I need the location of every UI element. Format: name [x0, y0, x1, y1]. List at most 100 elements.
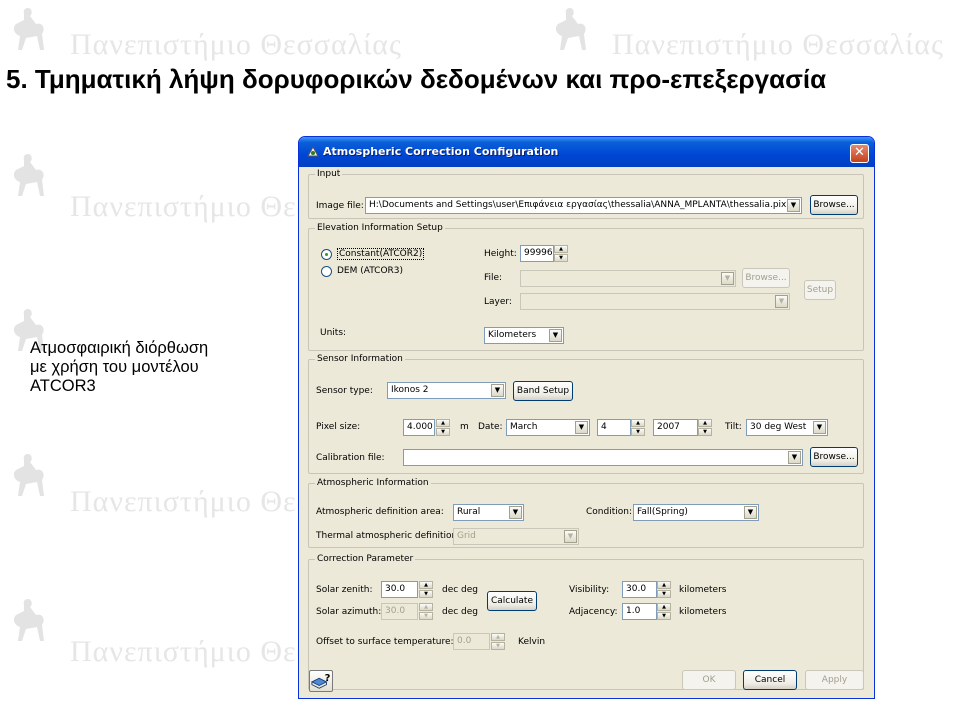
setup-button[interactable]: Setup [804, 280, 836, 300]
visibility-unit: kilometers [679, 585, 727, 595]
solar-zenith-unit: dec deg [442, 585, 479, 595]
visibility-input[interactable]: 30.0 [622, 581, 657, 598]
chevron-down-icon[interactable]: ▼ [491, 384, 504, 397]
chevron-down-icon[interactable]: ▼ [775, 295, 788, 308]
offset-spinner[interactable]: ▲ ▼ [491, 633, 505, 650]
chevron-down-icon[interactable]: ▼ [787, 199, 800, 212]
date-label: Date: [478, 422, 503, 432]
condition-dropdown[interactable]: Fall(Spring) ▼ [633, 504, 759, 521]
spin-down-icon[interactable]: ▼ [554, 254, 568, 262]
dem-file-dropdown[interactable]: ▼ [520, 270, 736, 287]
dialog-button-bar: ? OK Cancel Apply [299, 665, 874, 698]
dem-file-browse-button[interactable]: Browse... [742, 268, 790, 288]
chevron-down-icon[interactable]: ▼ [744, 506, 757, 519]
spin-down-icon[interactable]: ▼ [698, 428, 712, 436]
university-logo-icon [548, 4, 592, 56]
spin-up-icon[interactable]: ▲ [698, 419, 712, 427]
spin-down-icon[interactable]: ▼ [631, 428, 645, 436]
units-dropdown[interactable]: Kilometers ▼ [484, 327, 564, 344]
solar-zenith-label: Solar zenith: [316, 585, 373, 595]
chevron-down-icon[interactable]: ▼ [575, 421, 588, 434]
day-input[interactable]: 4 [597, 419, 631, 436]
sensor-legend: Sensor Information [317, 354, 403, 364]
thermal-value: Grid [457, 531, 476, 541]
layer-label: Layer: [484, 297, 512, 307]
adjacency-input[interactable]: 1.0 [622, 603, 657, 620]
dem-atcor3-label[interactable]: DEM (ATCOR3) [337, 266, 403, 276]
spin-down-icon[interactable]: ▼ [657, 612, 671, 620]
thermal-label: Thermal atmospheric definition: [316, 531, 461, 541]
height-spinner[interactable]: ▲ ▼ [554, 245, 568, 262]
calculate-button[interactable]: Calculate [487, 591, 537, 611]
day-spinner[interactable]: ▲ ▼ [631, 419, 645, 436]
offset-unit: Kelvin [518, 637, 546, 647]
slide-title: 5. Τμηματική λήψη δορυφορικών δεδομένων … [6, 64, 827, 94]
ok-button[interactable]: OK [682, 670, 736, 690]
spin-down-icon[interactable]: ▼ [657, 590, 671, 598]
spin-up-icon[interactable]: ▲ [631, 419, 645, 427]
calibration-file-label: Calibration file: [316, 453, 385, 463]
atmos-area-dropdown[interactable]: Rural ▼ [453, 504, 524, 521]
solar-zenith-input[interactable]: 30.0 [381, 581, 418, 598]
dem-atcor3-radio[interactable] [321, 266, 332, 277]
adjacency-spinner[interactable]: ▲ ▼ [657, 603, 671, 620]
university-logo-icon [6, 450, 50, 502]
chevron-down-icon[interactable]: ▼ [509, 506, 522, 519]
spin-down-icon[interactable]: ▼ [436, 428, 450, 436]
height-input[interactable]: 99996 [520, 245, 554, 262]
tilt-dropdown[interactable]: 30 deg West ▼ [746, 419, 828, 436]
sensor-type-label: Sensor type: [316, 386, 373, 396]
sensor-type-dropdown[interactable]: Ikonos 2 ▼ [387, 382, 506, 399]
month-dropdown[interactable]: March ▼ [506, 419, 590, 436]
close-button[interactable]: ✕ [850, 144, 869, 163]
spin-down-icon[interactable]: ▼ [419, 590, 433, 598]
calibration-browse-button[interactable]: Browse... [810, 447, 858, 467]
spin-up-icon[interactable]: ▲ [419, 603, 433, 611]
spin-up-icon[interactable]: ▲ [657, 581, 671, 589]
solar-azimuth-spinner[interactable]: ▲ ▼ [419, 603, 433, 620]
apply-button[interactable]: Apply [805, 670, 864, 690]
chevron-down-icon[interactable]: ▼ [788, 451, 801, 464]
spin-up-icon[interactable]: ▲ [657, 603, 671, 611]
cancel-button[interactable]: Cancel [743, 670, 797, 690]
spin-down-icon[interactable]: ▼ [419, 612, 433, 620]
tilt-label: Tilt: [725, 422, 742, 432]
spin-up-icon[interactable]: ▲ [419, 581, 433, 589]
pixel-size-input[interactable]: 4.000 [403, 419, 435, 436]
layer-dropdown[interactable]: ▼ [520, 293, 790, 310]
calibration-file-dropdown[interactable]: ▼ [403, 449, 803, 466]
pixel-size-spinner[interactable]: ▲ ▼ [436, 419, 450, 436]
chevron-down-icon[interactable]: ▼ [549, 329, 562, 342]
image-file-dropdown[interactable]: H:\Documents and Settings\user\Επιφάνεια… [365, 197, 802, 214]
spin-down-icon[interactable]: ▼ [491, 642, 505, 650]
elevation-legend: Elevation Information Setup [317, 223, 443, 233]
condition-label: Condition: [586, 507, 632, 517]
spin-up-icon[interactable]: ▲ [491, 633, 505, 641]
constant-atcor2-label[interactable]: Constant(ATCOR2) [337, 248, 425, 260]
offset-input[interactable]: 0.0 [453, 633, 490, 650]
dialog-title: Atmospheric Correction Configuration [323, 145, 559, 158]
spin-up-icon[interactable]: ▲ [554, 245, 568, 253]
atmospheric-correction-dialog: Atmospheric Correction Configuration ✕ I… [298, 136, 875, 699]
help-book-icon[interactable]: ? [309, 670, 333, 692]
solar-zenith-spinner[interactable]: ▲ ▼ [419, 581, 433, 598]
caption-line: με χρήση του μοντέλου [30, 358, 199, 376]
units-label: Units: [320, 328, 347, 338]
spin-up-icon[interactable]: ▲ [436, 419, 450, 427]
chevron-down-icon[interactable]: ▼ [721, 272, 734, 285]
app-icon [306, 145, 320, 159]
image-file-browse-button[interactable]: Browse... [810, 195, 858, 215]
visibility-label: Visibility: [569, 585, 610, 595]
constant-atcor2-radio[interactable] [321, 249, 332, 260]
visibility-spinner[interactable]: ▲ ▼ [657, 581, 671, 598]
year-input[interactable]: 2007 [653, 419, 698, 436]
band-setup-button[interactable]: Band Setup [513, 381, 573, 401]
chevron-down-icon[interactable]: ▼ [813, 421, 826, 434]
solar-azimuth-input[interactable]: 30.0 [381, 603, 418, 620]
atmos-area-label: Atmospheric definition area: [316, 507, 444, 517]
dialog-titlebar[interactable]: Atmospheric Correction Configuration ✕ [299, 137, 874, 167]
watermark-text: Πανεπιστήμιο Θεσσαλίας [70, 28, 402, 61]
year-spinner[interactable]: ▲ ▼ [698, 419, 712, 436]
chevron-down-icon[interactable]: ▼ [564, 530, 577, 543]
thermal-dropdown[interactable]: Grid ▼ [453, 528, 579, 545]
